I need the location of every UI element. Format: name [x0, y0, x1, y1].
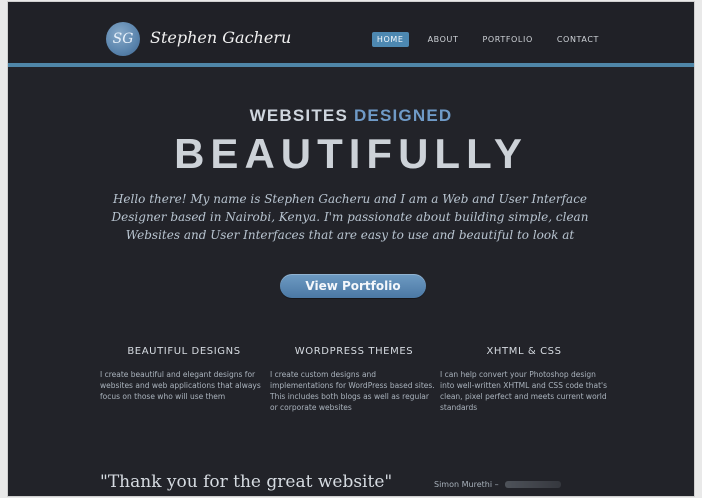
hero-kicker: WEBSITES DESIGNED — [8, 106, 694, 126]
nav-about[interactable]: ABOUT — [423, 32, 464, 47]
testimonial-quote: "Thank you for the great website" — [100, 472, 393, 492]
hero-intro: Hello there! My name is Stephen Gacheru … — [111, 192, 589, 242]
header-divider — [8, 63, 694, 67]
main-nav: HOME ABOUT PORTFOLIO CONTACT — [371, 32, 604, 47]
testimonial-author-name: Simon Murethi – — [434, 480, 499, 489]
feature-title: BEAUTIFUL DESIGNS — [127, 346, 241, 357]
hero-kicker-plain: WEBSITES — [249, 106, 349, 125]
feature-text: I create custom designs and implementati… — [270, 370, 435, 412]
hero-headline: BEAUTIFULLY — [174, 130, 528, 177]
hero-kicker-accent: DESIGNED — [353, 106, 453, 125]
feature-title: XHTML & CSS — [486, 346, 562, 357]
view-portfolio-button[interactable]: View Portfolio — [280, 274, 426, 298]
feature-beautiful-designs: BEAUTIFUL DESIGNS I create beautiful and… — [100, 346, 268, 402]
nav-contact[interactable]: CONTACT — [552, 32, 604, 47]
features: BEAUTIFUL DESIGNS I create beautiful and… — [100, 346, 608, 436]
feature-wordpress-themes: WORDPRESS THEMES I create custom designs… — [270, 346, 438, 413]
feature-text: I can help convert your Photoshop design… — [440, 370, 608, 412]
redacted-text — [505, 481, 562, 488]
logo-mark[interactable]: SG — [106, 22, 140, 56]
hero-title: WEBSITES DESIGNED BEAUTIFULLY — [8, 106, 694, 178]
page-frame: SG Stephen Gacheru HOME ABOUT PORTFOLIO … — [8, 2, 694, 496]
testimonial-author: Simon Murethi – — [434, 480, 562, 489]
feature-xhtml-css: XHTML & CSS I can help convert your Phot… — [440, 346, 608, 413]
feature-text: I create beautiful and elegant designs f… — [100, 370, 261, 401]
nav-portfolio[interactable]: PORTFOLIO — [477, 32, 537, 47]
feature-title: WORDPRESS THEMES — [294, 346, 414, 357]
nav-home[interactable]: HOME — [371, 32, 409, 47]
site-header: SG Stephen Gacheru HOME ABOUT PORTFOLIO … — [8, 2, 694, 64]
brand-name[interactable]: Stephen Gacheru — [150, 28, 291, 47]
